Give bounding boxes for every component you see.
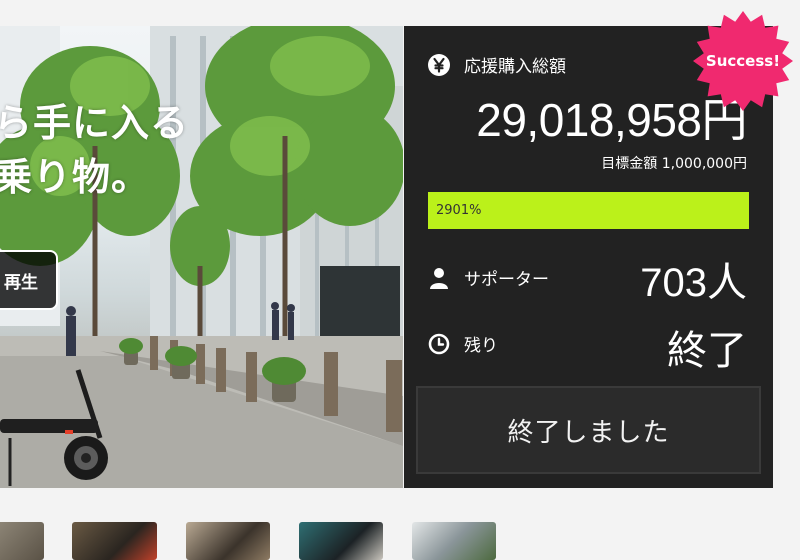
clock-icon <box>428 333 450 355</box>
remaining-label-row: 残り <box>428 331 498 356</box>
person-icon <box>428 267 450 289</box>
supporters-label-row: サポーター <box>428 265 549 290</box>
success-badge-label: Success! <box>705 52 781 70</box>
play-video-button[interactable]: 再生 <box>0 250 58 310</box>
gallery-thumbnail-3[interactable] <box>186 522 270 560</box>
gallery-thumbnail-4[interactable] <box>299 522 383 560</box>
total-funding-label-row: 応援購入総額 <box>428 52 566 77</box>
supporters-count: 703人 <box>640 261 747 305</box>
gallery-thumbnail-2[interactable] <box>72 522 157 560</box>
gallery-thumbnail-5[interactable] <box>412 522 496 560</box>
progress-percent: 2901% <box>436 203 482 218</box>
remaining-value: 終了 <box>667 328 747 374</box>
supporters-label: サポーター <box>464 270 549 290</box>
success-badge: Success! <box>692 10 794 112</box>
yen-icon <box>428 53 450 76</box>
progress-bar: 2901% <box>428 192 749 229</box>
remaining-label: 残り <box>464 336 498 356</box>
project-ended-button[interactable]: 終了しました <box>416 386 761 474</box>
hero-image: ら手に入る 乗り物。 再生 <box>0 26 403 488</box>
hero-headline-line2: 乗り物。 <box>0 155 151 199</box>
gallery-thumbnails <box>0 522 800 560</box>
total-funding-label: 応援購入総額 <box>464 57 566 77</box>
hero-headline-line1: ら手に入る <box>0 101 190 145</box>
gallery-thumbnail-1[interactable] <box>0 522 44 560</box>
goal-amount: 目標金額 1,000,000円 <box>601 156 747 172</box>
